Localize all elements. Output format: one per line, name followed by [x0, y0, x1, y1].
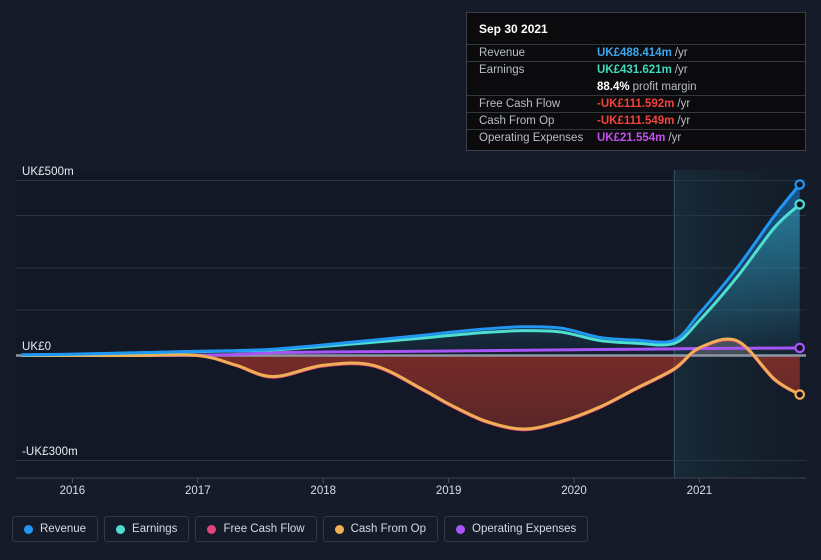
y-axis-label: UK£500m [22, 165, 74, 178]
tooltip-row-label: Cash From Op [479, 115, 555, 127]
x-axis-label: 2021 [686, 485, 713, 497]
tooltip-row-unit: /yr [674, 47, 688, 59]
endpoint-marker-operating-expenses[interactable] [794, 342, 806, 354]
legend-color-dot-icon [24, 524, 33, 534]
data-tooltip: Sep 30 2021 Revenue UK£488.414m/yr Earning… [466, 12, 806, 151]
endpoint-marker-revenue[interactable] [794, 179, 806, 190]
tooltip-row-value: UK£21.554m [597, 132, 666, 144]
legend-item-revenue[interactable]: Revenue [12, 516, 99, 542]
tooltip-row-label: Earnings [479, 64, 525, 76]
financial-chart-widget: UK£500m UK£0 -UK£300m 2016 2017 2018 2019 2020… [0, 0, 821, 560]
tooltip-row: Earnings UK£431.621m/yr [467, 61, 805, 78]
tooltip-row-unit: /yr [677, 98, 691, 110]
chart-legend[interactable]: Revenue Earnings Free Cash Flow Cash From O… [12, 516, 589, 542]
y-axis-label: -UK£300m [22, 445, 78, 458]
tooltip-row-label: Revenue [479, 47, 526, 59]
x-axis-label: 2018 [310, 485, 337, 497]
legend-item-free-cash-flow[interactable]: Free Cash Flow [195, 516, 317, 542]
legend-color-dot-icon [207, 524, 217, 534]
tooltip-row-value: -UK£111.549m [597, 115, 675, 127]
legend-color-dot-icon [334, 524, 344, 534]
tooltip-row-label: Operating Expenses [479, 132, 584, 144]
x-axis-label: 2016 [59, 485, 86, 497]
legend-color-dot-icon [116, 524, 126, 534]
tooltip-row-value: -UK£111.592m [597, 98, 675, 110]
x-axis-label: 2017 [185, 485, 211, 497]
legend-item-label: Cash From Op [350, 523, 427, 535]
tooltip-row-unit: /yr [674, 64, 688, 76]
x-axis-label: 2019 [435, 485, 462, 497]
legend-item-label: Earnings [132, 523, 178, 535]
endpoint-marker-cash-from-op[interactable] [794, 389, 806, 400]
legend-item-earnings[interactable]: Earnings [104, 516, 190, 542]
tooltip-row: Operating Expenses UK£21.554m/yr [467, 129, 805, 146]
legend-item-operating-expenses[interactable]: Operating Expenses [444, 516, 589, 542]
y-axis-label: UK£0 [22, 340, 52, 353]
tooltip-row: Cash From Op -UK£111.549m/yr [467, 112, 805, 129]
tooltip-date: Sep 30 2021 [479, 22, 548, 36]
tooltip-row-unit: /yr [677, 115, 691, 127]
tooltip-row: 88.4% profit margin [467, 78, 805, 95]
tooltip-row-unit: profit margin [632, 80, 697, 93]
tooltip-row-value: UK£431.621m [597, 64, 672, 76]
tooltip-row: Free Cash Flow -UK£111.592m/yr [467, 95, 805, 112]
legend-item-label: Revenue [40, 523, 87, 535]
tooltip-rows: Revenue UK£488.414m/yr Earnings UK£431.621m… [467, 44, 805, 146]
tooltip-row: Revenue UK£488.414m/yr [467, 44, 805, 61]
tooltip-row-value: 88.4% [597, 80, 630, 93]
legend-item-cash-from-op[interactable]: Cash From Op [322, 516, 439, 542]
tooltip-row-label: Free Cash Flow [479, 98, 561, 110]
tooltip-row-unit: /yr [668, 132, 682, 144]
endpoint-marker-earnings[interactable] [794, 199, 806, 210]
x-axis-label: 2020 [561, 485, 587, 497]
legend-item-label: Free Cash Flow [223, 523, 305, 535]
legend-item-label: Operating Expenses [472, 523, 577, 535]
legend-color-dot-icon [456, 524, 466, 534]
tooltip-row-value: UK£488.414m [597, 47, 672, 59]
